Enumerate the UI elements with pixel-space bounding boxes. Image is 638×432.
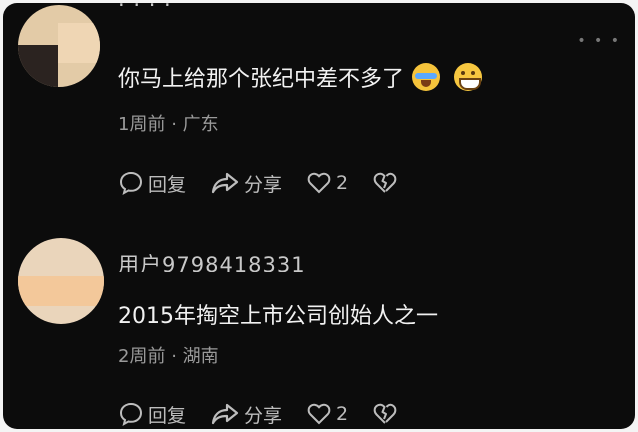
meta-separator: · (171, 114, 177, 135)
reply-button[interactable]: 回复 (118, 401, 186, 428)
dislike-button[interactable] (372, 171, 398, 195)
like-button[interactable]: 2 (306, 402, 348, 426)
avatar[interactable] (18, 238, 104, 324)
reply-label: 回复 (148, 173, 187, 196)
share-label: 分享 (244, 173, 283, 196)
comment-text: 你马上给那个张纪中差不多了 (118, 61, 483, 93)
reply-bubble-icon (119, 402, 143, 426)
username[interactable]: 用户9798418331 (118, 250, 306, 272)
comment-meta: 1周前 · 广东 (118, 110, 219, 136)
reply-label: 回复 (148, 404, 187, 427)
reply-bubble-icon (119, 171, 143, 195)
share-button[interactable]: 分享 (210, 170, 282, 197)
meta-separator: · (171, 346, 177, 367)
comment-location: 湖南 (182, 346, 219, 367)
crying-emoji-icon (412, 63, 441, 91)
share-label: 分享 (244, 404, 283, 427)
dislike-button[interactable] (372, 402, 398, 426)
like-button[interactable]: 2 (306, 171, 348, 195)
broken-heart-icon (373, 403, 397, 424)
comment-text-body: 你马上给那个张纪中差不多了 (118, 67, 405, 92)
comment-actions: 回复 分享 2 (118, 399, 422, 429)
comment-time: 1周前 (118, 114, 166, 135)
share-arrow-icon (211, 172, 239, 194)
share-arrow-icon (211, 403, 239, 425)
comment-location: 广东 (182, 114, 219, 135)
share-button[interactable]: 分享 (210, 401, 282, 428)
grinning-emoji-icon (454, 63, 483, 91)
comment-item: · · · · • • • 你马上给那个张纪中差不多了 1周前 · 广东 回复 … (3, 3, 635, 228)
username[interactable]: · · · · (118, 3, 172, 15)
comment-time: 2周前 (118, 346, 166, 367)
broken-heart-icon (373, 172, 397, 193)
comment-meta: 2周前 · 湖南 (118, 342, 219, 368)
reply-button[interactable]: 回复 (118, 170, 186, 197)
more-dots-icon[interactable]: • • • (577, 33, 621, 49)
like-count: 2 (336, 172, 349, 194)
like-count: 2 (336, 403, 349, 425)
comment-panel: · · · · • • • 你马上给那个张纪中差不多了 1周前 · 广东 回复 … (3, 3, 635, 429)
heart-icon (307, 172, 331, 194)
avatar[interactable] (18, 5, 100, 87)
comment-actions: 回复 分享 2 (118, 168, 422, 198)
heart-icon (307, 403, 331, 425)
comment-item: 用户9798418331 2015年掏空上市公司创始人之一 2周前 · 湖南 回… (3, 228, 635, 429)
comment-text: 2015年掏空上市公司创始人之一 (118, 304, 438, 329)
